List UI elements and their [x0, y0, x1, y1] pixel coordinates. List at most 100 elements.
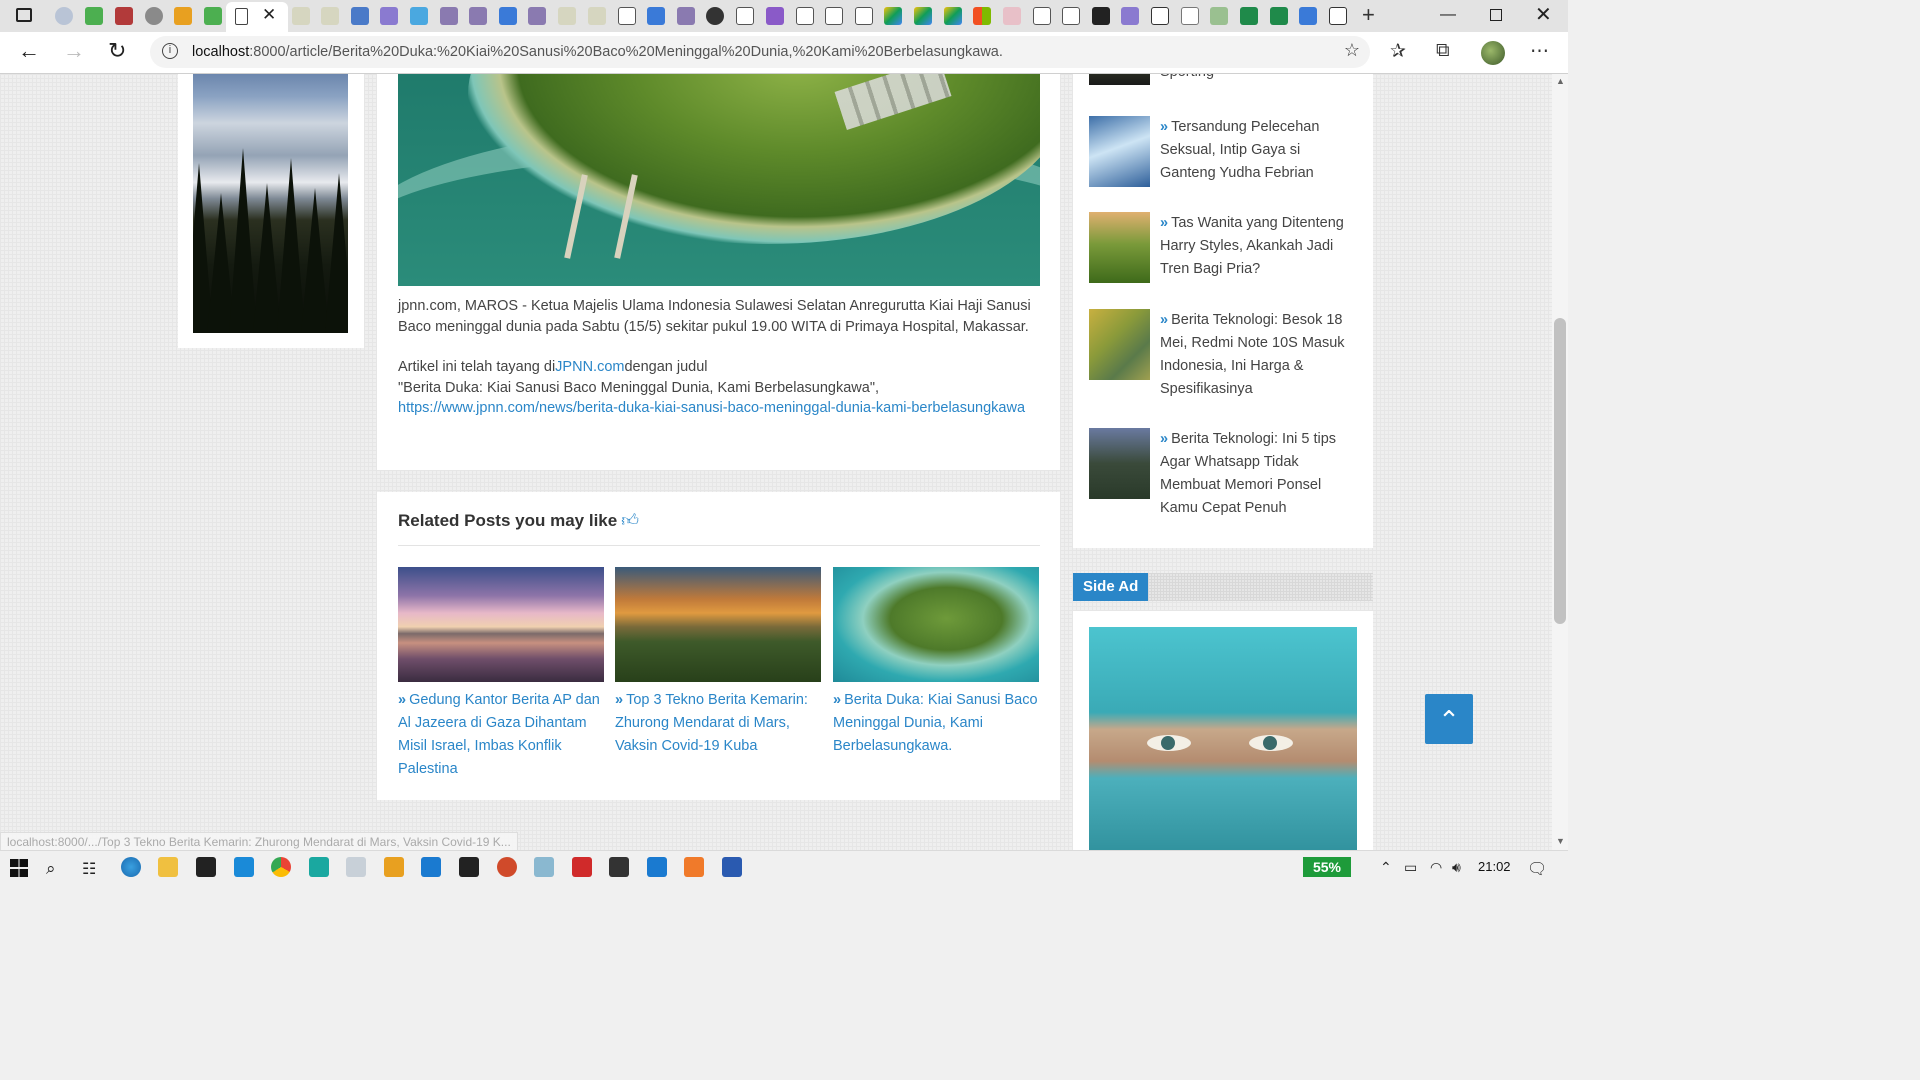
sidebar-post-title-text[interactable]: Berita Teknologi: Ini 5 tips Agar Whatsa…: [1160, 431, 1336, 516]
tab-favicon-1[interactable]: [55, 7, 73, 25]
related-post-title[interactable]: » Top 3 Tekno Berita Kemarin: Zhurong Men…: [615, 689, 821, 758]
microsoft-icon[interactable]: [973, 7, 991, 25]
xampp-icon[interactable]: [684, 857, 704, 877]
tab-favicon-17[interactable]: [588, 7, 606, 25]
tab-favicon-28[interactable]: [1062, 7, 1080, 25]
tab-favicon-32[interactable]: [1181, 7, 1199, 25]
windows-start-icon[interactable]: [10, 859, 28, 877]
app-chart-icon[interactable]: [346, 857, 366, 877]
tab-favicon-36[interactable]: [1299, 7, 1317, 25]
tab-favicon-25[interactable]: [855, 7, 873, 25]
sidebar-post-title[interactable]: » Tersandung Pelecehan Seksual, Intip Gay…: [1160, 116, 1355, 185]
drive-icon-3[interactable]: [944, 7, 962, 25]
app-icon[interactable]: [534, 857, 554, 877]
task-view-icon[interactable]: ☷: [82, 859, 96, 879]
tab-favicon-3[interactable]: [115, 7, 133, 25]
related-post-card[interactable]: » Gedung Kantor Berita AP dan Al Jazeera …: [398, 567, 604, 781]
terminal-icon[interactable]: [459, 857, 479, 877]
tab-favicon-18[interactable]: [618, 7, 636, 25]
tab-favicon-21[interactable]: [736, 7, 754, 25]
reload-icon[interactable]: ↻: [108, 38, 126, 64]
address-bar[interactable]: i localhost:8000/article/Berita%20Duka:%…: [150, 36, 1370, 68]
favorites-icon[interactable]: ✰: [1390, 40, 1406, 63]
related-post-image[interactable]: [398, 567, 604, 682]
app-l-icon[interactable]: [234, 857, 254, 877]
related-post-image[interactable]: [833, 567, 1039, 682]
sidebar-post-title[interactable]: » Tas Wanita yang Ditenteng Harry Styles,…: [1160, 212, 1355, 281]
tab-favicon-30[interactable]: [1121, 7, 1139, 25]
tab-favicon-26[interactable]: [1003, 7, 1021, 25]
search-icon[interactable]: ⌕: [46, 859, 56, 879]
tab-favicon-24[interactable]: [825, 7, 843, 25]
mail-icon[interactable]: [196, 857, 216, 877]
more-menu-icon[interactable]: ⋯: [1530, 40, 1549, 63]
tab-favicon-34[interactable]: [1240, 7, 1258, 25]
battery-icon[interactable]: ▭: [1404, 859, 1417, 876]
notification-center-icon[interactable]: 🗨︎: [1527, 859, 1547, 879]
scroll-down-arrow-icon[interactable]: ▼: [1556, 836, 1565, 846]
related-post-title[interactable]: » Berita Duka: Kiai Sanusi Baco Meninggal…: [833, 689, 1039, 758]
profile-avatar[interactable]: [1481, 41, 1505, 65]
tab-favicon-15[interactable]: [528, 7, 546, 25]
powerpoint-icon[interactable]: [497, 857, 517, 877]
tab-favicon-2[interactable]: [85, 7, 103, 25]
app-blue-icon[interactable]: [647, 857, 667, 877]
collections-icon[interactable]: ⧉: [1436, 40, 1450, 62]
related-post-title-text[interactable]: Gedung Kantor Berita AP dan Al Jazeera d…: [398, 692, 600, 777]
sidebar-post-title-text[interactable]: Tas Wanita yang Ditenteng Harry Styles, …: [1160, 215, 1344, 277]
related-post-card[interactable]: » Top 3 Tekno Berita Kemarin: Zhurong Men…: [615, 567, 821, 758]
whatsapp-icon[interactable]: [309, 857, 329, 877]
back-arrow-icon[interactable]: ←: [18, 38, 40, 64]
tab-favicon-22[interactable]: [766, 7, 784, 25]
tab-favicon-33[interactable]: [1210, 7, 1228, 25]
tab-favicon-31[interactable]: [1151, 7, 1169, 25]
volume-icon[interactable]: 🔊︎: [1452, 859, 1461, 876]
show-hidden-icons-chevron-up-icon[interactable]: ⌃: [1380, 859, 1392, 876]
tab-favicon-37[interactable]: [1329, 7, 1347, 25]
tab-favicon-19[interactable]: [647, 7, 665, 25]
sidebar-post-thumbnail[interactable]: [1089, 428, 1150, 499]
battery-percentage-badge[interactable]: 55%: [1303, 857, 1351, 877]
tab-favicon-20[interactable]: [677, 7, 695, 25]
chrome-icon[interactable]: [271, 857, 291, 877]
related-post-image[interactable]: [615, 567, 821, 682]
scroll-up-arrow-icon[interactable]: ▲: [1556, 76, 1565, 86]
page-scrollbar[interactable]: ▲ ▼: [1552, 74, 1568, 850]
side-ad-image[interactable]: [1089, 627, 1357, 850]
source-url-link[interactable]: https://www.jpnn.com/news/berita-duka-ki…: [398, 400, 1025, 416]
sublime-icon[interactable]: [384, 857, 404, 877]
tab-favicon-35[interactable]: [1270, 7, 1288, 25]
drive-icon[interactable]: [884, 7, 902, 25]
vscode-icon[interactable]: [421, 857, 441, 877]
minimize-icon[interactable]: —: [1440, 6, 1456, 24]
maximize-icon[interactable]: [1490, 9, 1502, 21]
taskbar-clock[interactable]: 21:02: [1478, 859, 1511, 874]
acrobat-icon[interactable]: [572, 857, 592, 877]
sidebar-post-title[interactable]: » Berita Teknologi: Ini 5 tips Agar Whats…: [1160, 428, 1355, 520]
sidebar-post-thumbnail[interactable]: [1089, 212, 1150, 283]
tab-favicon-12[interactable]: [440, 7, 458, 25]
sidebar-post-title-text[interactable]: Berita Teknologi: Besok 18 Mei, Redmi No…: [1160, 312, 1345, 397]
tab-favicon-13[interactable]: [469, 7, 487, 25]
drive-icon-2[interactable]: [914, 7, 932, 25]
sidebar-post-title[interactable]: Sporting: [1160, 74, 1355, 84]
source-name-link[interactable]: JPNN.com: [555, 359, 624, 375]
tab-favicon-4[interactable]: [145, 7, 163, 25]
tab-favicon-27[interactable]: [1033, 7, 1051, 25]
tab-favicon-8[interactable]: [321, 7, 339, 25]
tab-active[interactable]: ✕: [226, 2, 288, 32]
forward-arrow-icon[interactable]: →: [63, 38, 85, 64]
related-post-title-text[interactable]: Top 3 Tekno Berita Kemarin: Zhurong Mend…: [615, 692, 808, 754]
github-icon[interactable]: [706, 7, 724, 25]
tab-favicon-10[interactable]: [380, 7, 398, 25]
tab-favicon-7[interactable]: [292, 7, 310, 25]
related-post-card[interactable]: » Berita Duka: Kiai Sanusi Baco Meninggal…: [833, 567, 1039, 758]
tab-favicon-14[interactable]: [499, 7, 517, 25]
sidebar-post-thumbnail[interactable]: [1089, 309, 1150, 380]
info-icon[interactable]: i: [162, 43, 178, 59]
close-tab-icon[interactable]: ✕: [262, 5, 276, 25]
tab-favicon-16[interactable]: [558, 7, 576, 25]
tab-actions-menu-icon[interactable]: [16, 8, 32, 22]
add-favorite-icon[interactable]: ☆: [1344, 40, 1360, 61]
tab-favicon-29[interactable]: [1092, 7, 1110, 25]
